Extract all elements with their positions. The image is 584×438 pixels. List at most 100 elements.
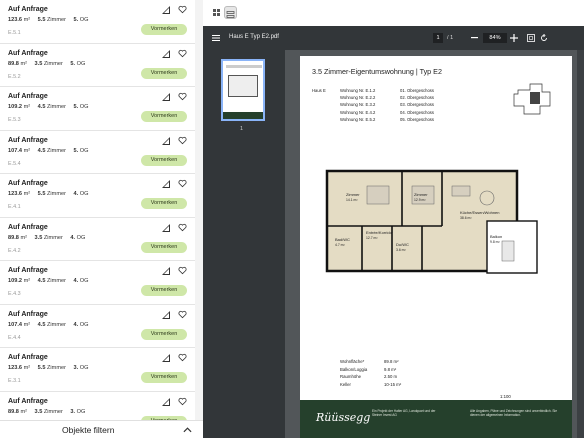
building-label: Haus E — [312, 88, 326, 93]
zoom-out-icon[interactable] — [471, 37, 478, 39]
spec-label: Balkon/Loggia — [340, 366, 368, 372]
view-toggle-bar — [203, 0, 584, 26]
room-area-entree: 12.7 m² — [366, 236, 378, 240]
spec-value: 9.8 m² — [384, 366, 397, 372]
page-total: / 1 — [447, 35, 454, 41]
price-label: Auf Anfrage — [8, 397, 48, 405]
unit-facts: 107.4 m² 4.5 Zimmer 5. OG — [8, 147, 89, 154]
price-label: Auf Anfrage — [8, 93, 48, 100]
unit-id: E.4.2 — [8, 247, 21, 254]
floorplan-icon[interactable] — [162, 180, 170, 188]
price-label: Auf Anfrage — [8, 49, 48, 57]
menu-icon[interactable] — [212, 34, 220, 42]
reserve-button[interactable]: Vormerken — [141, 154, 187, 166]
floorplan-icon[interactable] — [162, 6, 170, 14]
floorplan-icon[interactable] — [162, 267, 170, 275]
reserve-button[interactable]: Vormerken — [141, 328, 187, 340]
heart-icon[interactable] — [178, 5, 187, 14]
price-label: Auf Anfrage — [8, 223, 48, 231]
unit-floor: 04. Obergeschoss — [400, 109, 434, 115]
grid-icon — [213, 9, 220, 16]
pdf-viewer: Haus E Typ E2.pdf 1 / 1 84% 1 3.5 Zimmer… — [203, 26, 584, 438]
heart-icon[interactable] — [178, 179, 187, 188]
list-item[interactable]: Auf Anfrage 109.2 m² 4.5 Zimmer 5. OG E.… — [0, 87, 195, 131]
heart-icon[interactable] — [178, 353, 187, 362]
zoom-in-icon[interactable] — [510, 34, 518, 42]
heart-icon[interactable] — [178, 310, 187, 319]
spec-label: Raumhöhe — [340, 374, 362, 379]
scale-label: 1:100 — [500, 394, 511, 399]
unit-id: E.5.4 — [8, 160, 21, 167]
unit-number: Wohnung Nr. E.3.2 — [340, 102, 376, 108]
heart-icon[interactable] — [178, 266, 187, 275]
apartment-list: Auf Anfrage 123.6 m² 5.5 Zimmer 5. OG E.… — [0, 0, 203, 438]
page-thumbnail[interactable] — [221, 59, 265, 121]
pdf-footer: Rüüssegg Ein Projekt der Halter AG, Land… — [300, 400, 572, 438]
reserve-button[interactable]: Vormerken — [141, 67, 187, 79]
floorplan-icon[interactable] — [162, 136, 170, 145]
unit-id: E.5.2 — [8, 73, 21, 80]
room-area-dusche: 3.6 m² — [396, 248, 406, 252]
list-view-button[interactable] — [224, 6, 237, 19]
grid-view-button[interactable] — [210, 6, 223, 19]
floorplan-icon[interactable] — [162, 354, 170, 362]
thumbnail-panel: 1 — [203, 50, 285, 438]
fit-page-icon[interactable] — [527, 34, 535, 42]
heart-icon[interactable] — [178, 136, 187, 145]
list-item[interactable]: Auf Anfrage 109.2 m² 4.5 Zimmer 4. OG E.… — [0, 261, 195, 305]
reserve-button[interactable]: Vormerken — [141, 24, 187, 35]
room-area-zimmer2: 12.9 m² — [414, 198, 426, 202]
room-label-wohnen: Küche/Essen/Wohnen — [460, 210, 500, 215]
price-label: Auf Anfrage — [8, 6, 48, 13]
floorplan-icon[interactable] — [162, 223, 170, 232]
unit-floor: 05. Obergeschoss — [400, 116, 434, 122]
reserve-button[interactable]: Vormerken — [141, 241, 187, 253]
pdf-scrollbar[interactable] — [577, 50, 584, 438]
room-label-zimmer2: Zimmer — [414, 192, 428, 197]
heart-icon[interactable] — [178, 49, 187, 58]
spec-value: 89.8 m² — [384, 359, 399, 364]
list-item[interactable]: Auf Anfrage 89.8 m² 3.5 Zimmer 4. OG E.4… — [0, 218, 195, 261]
list-item[interactable]: Auf Anfrage 107.4 m² 4.5 Zimmer 4. OG E.… — [0, 305, 195, 348]
chevron-up-icon[interactable] — [183, 426, 192, 434]
unit-number: Wohnung Nr. E.1.2 — [340, 88, 376, 93]
unit-facts: 109.2 m² 4.5 Zimmer 5. OG — [8, 104, 89, 110]
floorplan-icon[interactable] — [162, 49, 170, 58]
filter-bar[interactable]: Objekte filtern — [0, 420, 203, 438]
unit-id: E.5.3 — [8, 117, 21, 123]
spec-label: Wohnfläche* — [340, 359, 365, 364]
list-item[interactable]: Auf Anfrage 123.6 m² 5.5 Zimmer 4. OG E.… — [0, 174, 195, 218]
floorplan-icon[interactable] — [162, 397, 170, 406]
reserve-button[interactable]: Vormerken — [141, 198, 187, 209]
pdf-toolbar: Haus E Typ E2.pdf 1 / 1 84% — [203, 26, 584, 50]
heart-icon[interactable] — [178, 397, 187, 406]
pdf-page: 3.5 Zimmer-Eigentumswohnung | Typ E2 Hau… — [300, 56, 572, 438]
spec-value: 2.50 m — [384, 374, 398, 379]
heart-icon[interactable] — [178, 223, 187, 232]
rotate-icon[interactable] — [540, 34, 548, 42]
unit-facts: 89.8 m² 3.5 Zimmer 4. OG — [8, 234, 86, 241]
list-item[interactable]: Auf Anfrage 123.6 m² 5.5 Zimmer 5. OG E.… — [0, 0, 195, 44]
footer-text-left: Ein Projekt der Halter AG, Landquart und… — [372, 409, 436, 418]
list-item[interactable]: Auf Anfrage 107.4 m² 4.5 Zimmer 5. OG E.… — [0, 131, 195, 174]
zoom-level[interactable]: 84% — [483, 33, 507, 43]
floorplan-icon[interactable] — [162, 310, 170, 319]
spec-value: 10-15 m² — [384, 381, 402, 387]
reserve-button[interactable]: Vormerken — [141, 372, 187, 383]
list-scrollbar[interactable] — [195, 0, 203, 420]
price-label: Auf Anfrage — [8, 310, 48, 318]
room-area-balkon: 9.8 m² — [490, 240, 500, 244]
reserve-button[interactable]: Vormerken — [141, 111, 187, 122]
heart-icon[interactable] — [178, 92, 187, 101]
unit-floor: 03. Obergeschoss — [400, 102, 434, 108]
unit-id: E.4.4 — [8, 334, 21, 341]
floorplan-icon[interactable] — [162, 93, 170, 101]
room-label-zimmer1: Zimmer — [346, 192, 360, 197]
unit-id: E.4.1 — [8, 204, 21, 210]
list-item[interactable]: Auf Anfrage 123.6 m² 5.5 Zimmer 3. OG E.… — [0, 348, 195, 392]
list-item[interactable]: Auf Anfrage 89.8 m² 3.5 Zimmer 5. OG E.5… — [0, 44, 195, 87]
reserve-button[interactable]: Vormerken — [141, 285, 187, 296]
unit-id: E.3.1 — [8, 378, 21, 384]
room-area-wohnen: 38.6 m² — [460, 216, 472, 220]
page-number-input[interactable]: 1 — [433, 33, 443, 43]
